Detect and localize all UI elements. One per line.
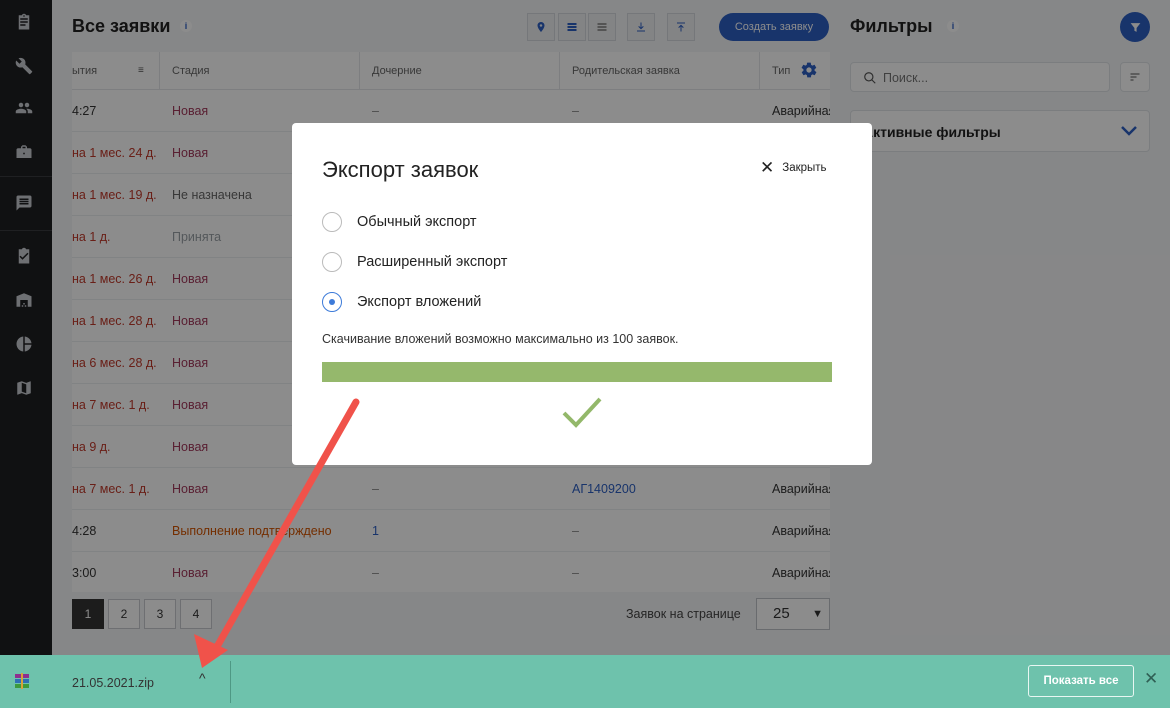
progress-fill [322, 362, 832, 382]
export-progress-bar [322, 362, 832, 382]
divider [230, 661, 231, 703]
attachments-limit-note: Скачивание вложений возможно максимально… [322, 332, 679, 346]
close-button[interactable]: ✕ Закрыть [760, 159, 827, 177]
option-label: Обычный экспорт [357, 214, 477, 230]
export-dialog: Экспорт заявок ✕ Закрыть Обычный экспорт … [292, 123, 872, 465]
close-icon: ✕ [760, 158, 775, 177]
radio-button[interactable] [322, 212, 342, 232]
option-label: Расширенный экспорт [357, 254, 508, 270]
radio-button[interactable] [322, 252, 342, 272]
download-bar: 21.05.2021.zip ^ Показать все ✕ [0, 655, 1170, 708]
archive-file-icon [14, 673, 30, 689]
export-option-extended[interactable]: Расширенный экспорт [322, 252, 507, 272]
export-option-regular[interactable]: Обычный экспорт [322, 212, 477, 232]
radio-button-selected[interactable] [322, 292, 342, 312]
checkmark-icon [560, 395, 604, 431]
dialog-title: Экспорт заявок [322, 157, 479, 182]
show-all-button[interactable]: Показать все [1028, 665, 1134, 697]
downloaded-file-name[interactable]: 21.05.2021.zip [72, 676, 154, 690]
option-label: Экспорт вложений [357, 294, 482, 310]
close-label: Закрыть [782, 162, 827, 174]
close-icon[interactable]: ✕ [1144, 669, 1158, 689]
export-option-attachments[interactable]: Экспорт вложений [322, 292, 481, 312]
chevron-up-icon[interactable]: ^ [199, 670, 206, 686]
